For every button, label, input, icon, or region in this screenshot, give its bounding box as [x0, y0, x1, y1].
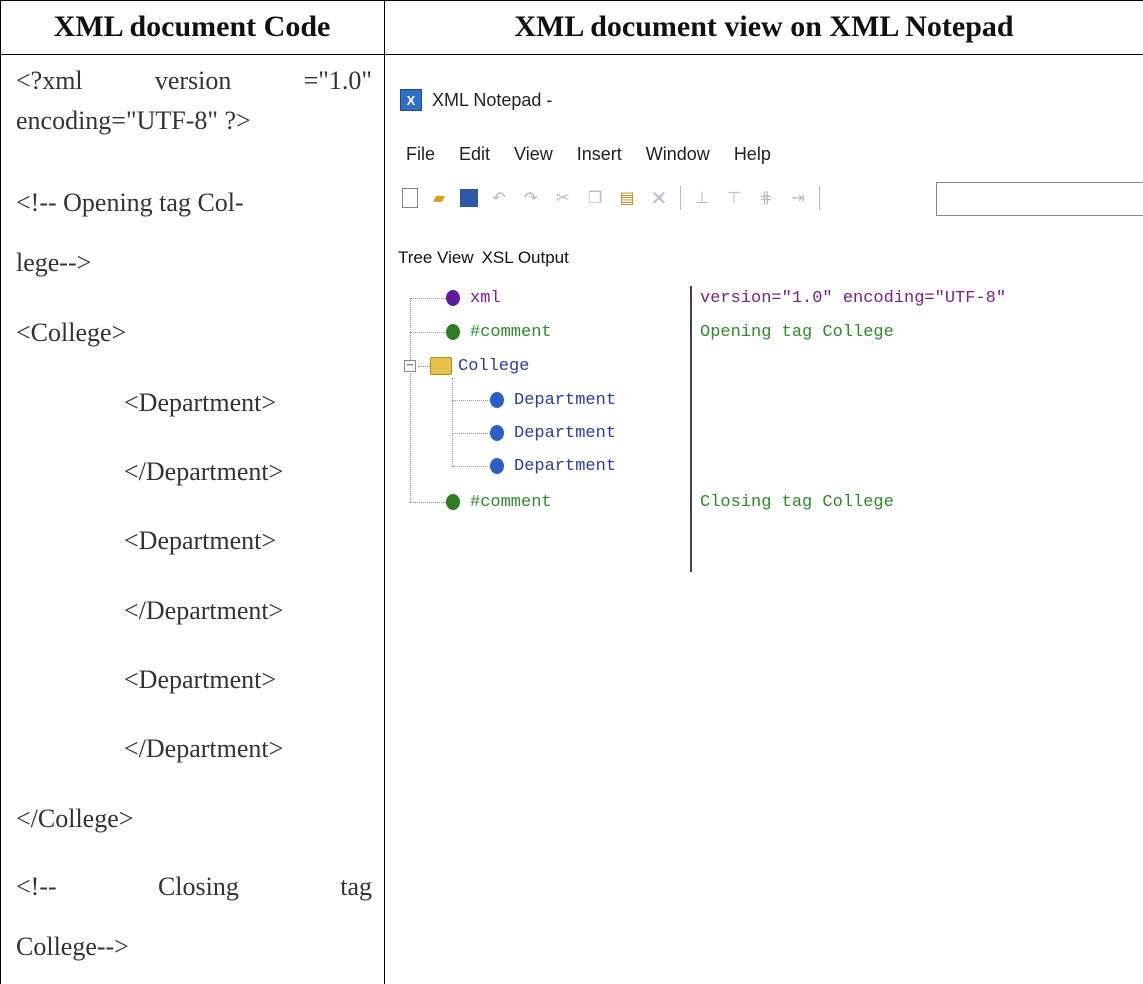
- view-tabs: Tree View XSL Output: [398, 248, 577, 268]
- undo-icon[interactable]: ↶: [488, 187, 510, 209]
- tree-connector: [452, 466, 490, 467]
- tree-connector: [418, 366, 430, 367]
- menu-window[interactable]: Window: [646, 144, 710, 172]
- element-icon: [490, 392, 504, 408]
- code-line-9: </Department>: [124, 596, 284, 625]
- tree-node-label: #comment: [470, 492, 552, 512]
- header-notepad-view: XML document view on XML Notepad: [514, 10, 1014, 43]
- code-line-4: lege-->: [16, 248, 92, 277]
- code-line-2: encoding="UTF-8" ?>: [16, 106, 251, 135]
- code-line-14: College-->: [16, 932, 129, 961]
- tree-node-comment[interactable]: #comment: [446, 490, 552, 514]
- comment-icon: [446, 494, 460, 510]
- toolbar-separator: [680, 186, 681, 210]
- code-token: tag: [340, 872, 372, 901]
- tree-connector: [410, 298, 446, 299]
- code-line-7: </Department>: [124, 457, 284, 486]
- nudge-left-icon[interactable]: ⋕: [755, 187, 777, 209]
- tab-tree-view[interactable]: Tree View: [398, 248, 482, 268]
- menu-bar: File Edit View Insert Window Help: [406, 144, 795, 172]
- tree-connector: [452, 433, 490, 434]
- menu-file[interactable]: File: [406, 144, 435, 172]
- code-line-6: <Department>: [124, 388, 277, 417]
- copy-icon[interactable]: ❐: [584, 187, 606, 209]
- paste-icon[interactable]: ▤: [616, 187, 638, 209]
- tree-node-comment[interactable]: #comment: [446, 320, 552, 344]
- toolbar-separator: [819, 186, 820, 210]
- tree-connector: [410, 332, 446, 333]
- code-line-13: <!-- Closing tag: [16, 872, 372, 902]
- code-token: Closing: [157, 872, 239, 901]
- tree-node-label: #comment: [470, 322, 552, 342]
- tree-node-label: College: [458, 356, 530, 376]
- table-border-left: [0, 0, 1, 984]
- new-file-icon[interactable]: [402, 188, 418, 208]
- redo-icon[interactable]: ↷: [520, 187, 542, 209]
- node-value[interactable]: version="1.0" encoding="UTF-8": [700, 286, 1006, 310]
- nudge-up-icon[interactable]: ⊥: [691, 187, 713, 209]
- menu-help[interactable]: Help: [734, 144, 771, 172]
- window-title: XML Notepad -: [432, 89, 553, 110]
- tree-connector: [410, 502, 446, 503]
- folder-icon: [430, 357, 452, 375]
- table-column-divider: [384, 0, 385, 984]
- pane-splitter[interactable]: [690, 286, 692, 572]
- header-code: XML document Code: [53, 10, 331, 43]
- xml-notepad-window: X XML Notepad - File Edit View Insert Wi…: [392, 60, 1143, 580]
- tree-connector: [452, 400, 490, 401]
- open-folder-icon[interactable]: ▰: [428, 187, 450, 209]
- node-value[interactable]: Opening tag College: [700, 320, 894, 344]
- code-token: <?xml: [16, 66, 83, 95]
- code-line-10: <Department>: [124, 665, 277, 694]
- tree-node-label: Department: [514, 390, 617, 410]
- toolbar: ▰ ↶ ↷ ✂ ❐ ▤ ✕ ⊥ ⊤ ⋕ ⇥: [402, 180, 830, 216]
- tree-connector: [410, 298, 411, 502]
- comment-icon: [446, 324, 460, 340]
- tree-node-college[interactable]: College: [430, 354, 529, 378]
- tree-node-xml[interactable]: xml: [446, 286, 501, 310]
- delete-icon[interactable]: ✕: [648, 187, 670, 210]
- tree-connector: [452, 378, 453, 466]
- tree-node-label: Department: [514, 456, 617, 476]
- tree-node-department[interactable]: Department: [490, 421, 616, 445]
- tree-node-label: Department: [514, 423, 617, 443]
- code-token: version: [154, 66, 232, 95]
- collapse-toggle-icon[interactable]: −: [404, 360, 416, 372]
- nudge-right-icon[interactable]: ⇥: [787, 187, 809, 209]
- element-icon: [490, 425, 504, 441]
- code-line-12: </College>: [16, 804, 134, 833]
- xml-notepad-app-icon: X: [400, 89, 422, 111]
- code-token: ="1.0": [303, 66, 372, 95]
- code-line-11: </Department>: [124, 734, 284, 763]
- tree-view: xml #comment − College Department Depart…: [404, 286, 704, 586]
- nudge-down-icon[interactable]: ⊤: [723, 187, 745, 209]
- code-token: <!--: [16, 872, 57, 901]
- element-icon: [490, 458, 504, 474]
- menu-edit[interactable]: Edit: [459, 144, 490, 172]
- code-line-3: <!-- Opening tag Col-: [16, 188, 244, 217]
- tree-node-department[interactable]: Department: [490, 388, 616, 412]
- processing-instruction-icon: [446, 290, 460, 306]
- title-bar: X XML Notepad -: [400, 86, 552, 114]
- cut-icon[interactable]: ✂: [552, 187, 574, 209]
- menu-view[interactable]: View: [514, 144, 553, 172]
- code-line-5: <College>: [16, 318, 127, 347]
- tree-node-label: xml: [470, 288, 501, 308]
- menu-insert[interactable]: Insert: [577, 144, 622, 172]
- code-line-8: <Department>: [124, 526, 277, 555]
- tab-xsl-output[interactable]: XSL Output: [482, 248, 577, 268]
- save-icon[interactable]: [460, 189, 478, 207]
- tree-node-department[interactable]: Department: [490, 454, 616, 478]
- code-line-1: <?xml version ="1.0": [16, 66, 372, 96]
- node-value[interactable]: Closing tag College: [700, 490, 894, 514]
- search-input[interactable]: [936, 182, 1143, 216]
- table-header-divider: [0, 54, 1143, 55]
